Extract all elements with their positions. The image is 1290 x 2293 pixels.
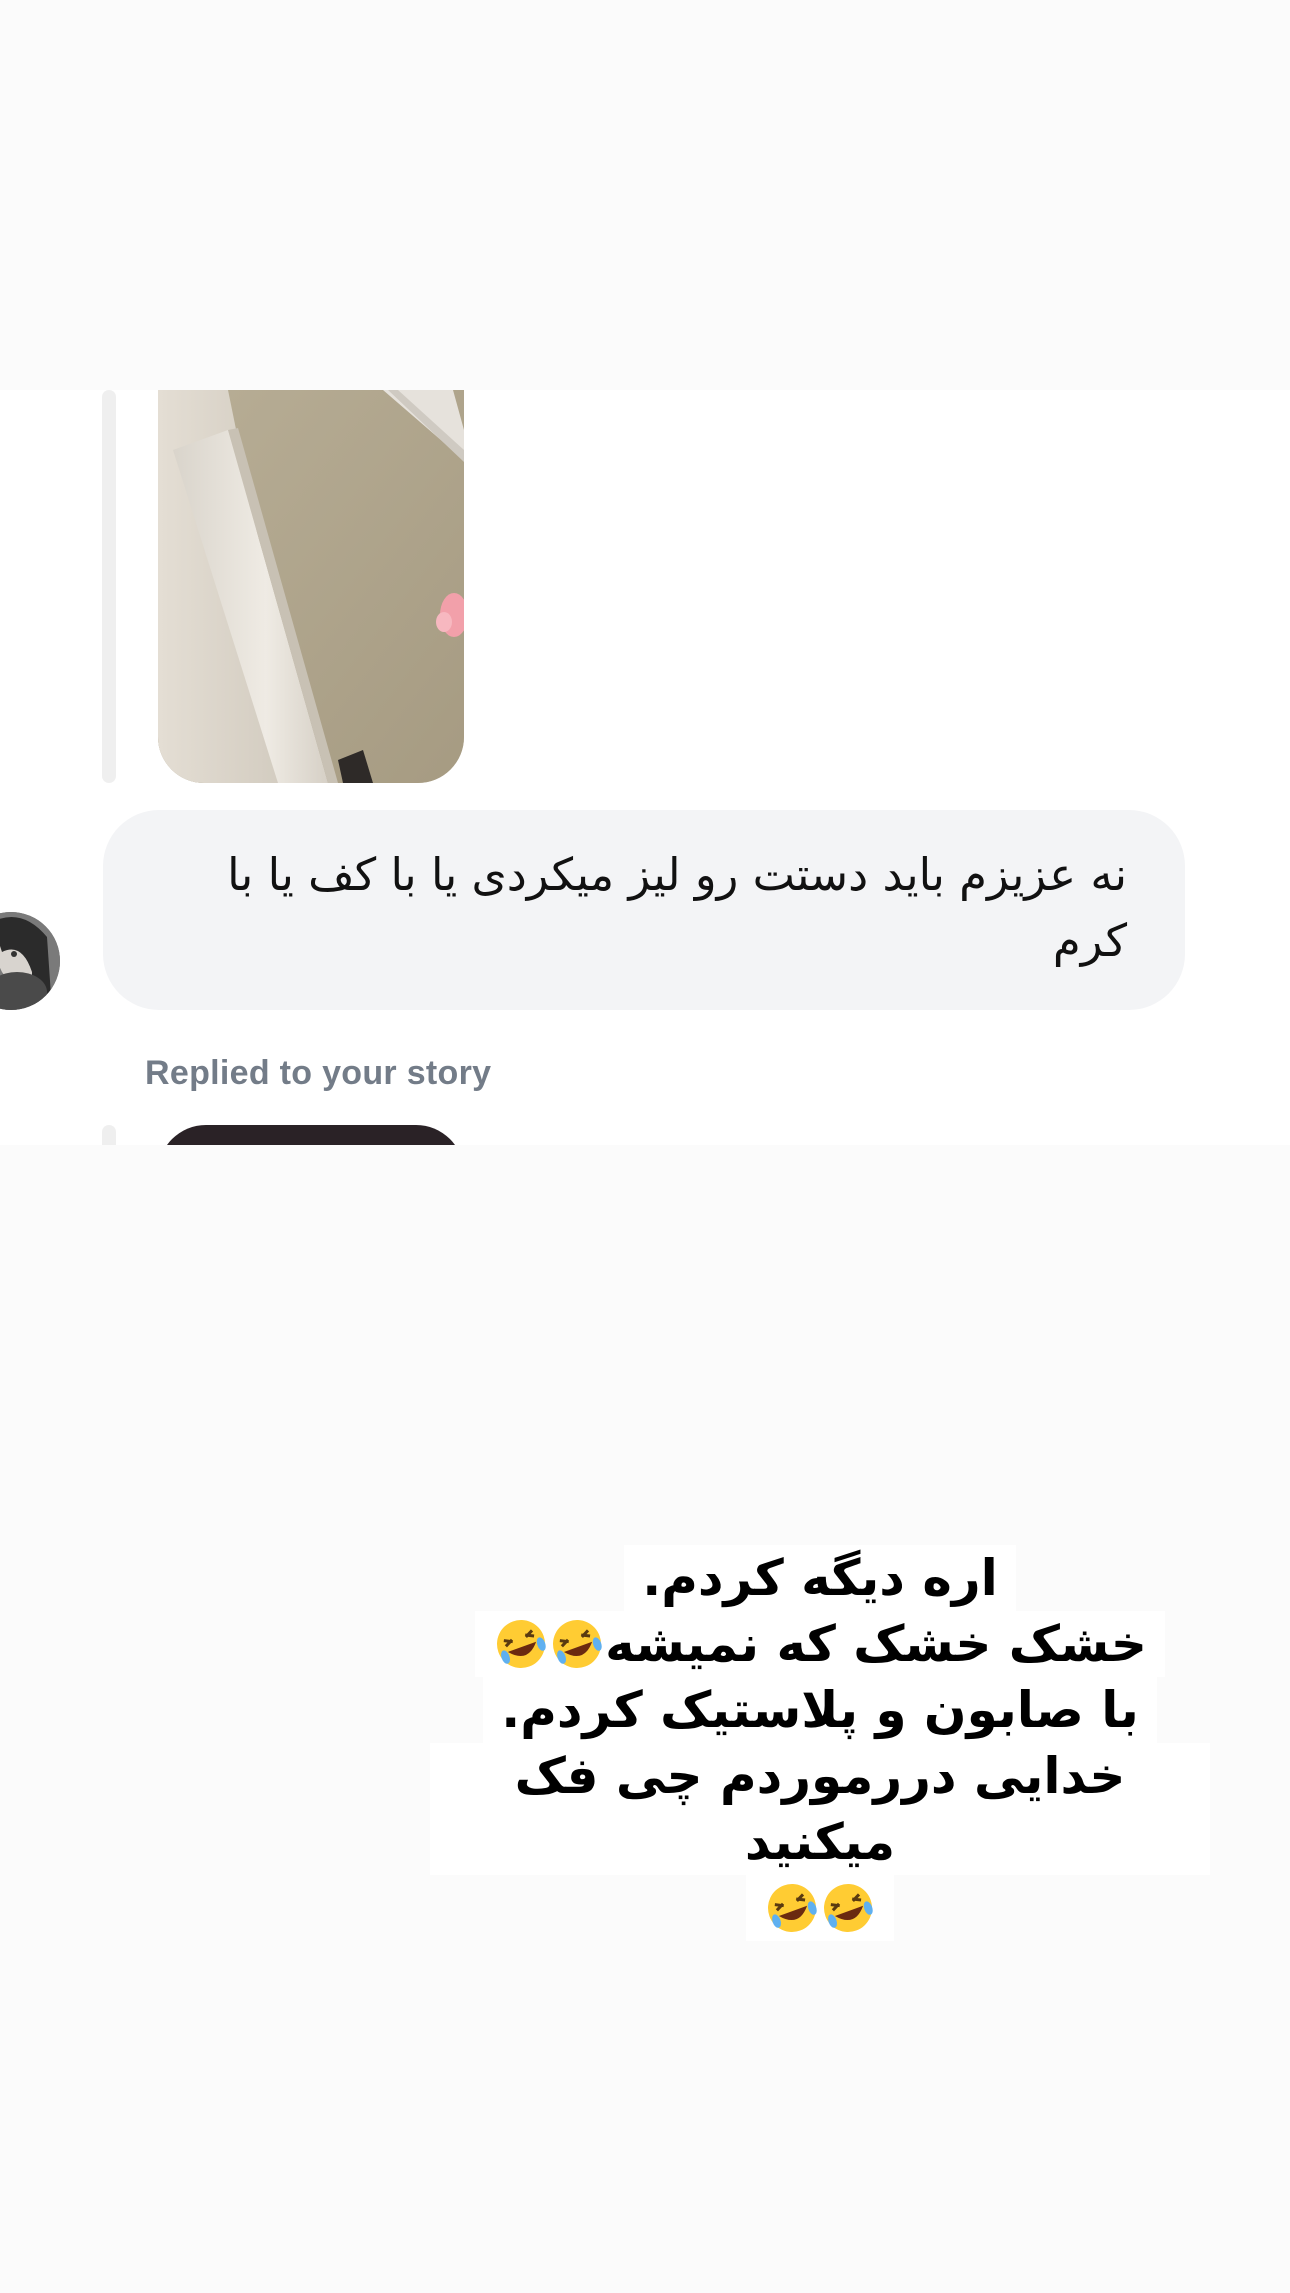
reply-indicator-bar — [102, 390, 116, 783]
story-caption: اره دیگه کردم. خشک خشک که نمیشه با صابون… — [430, 1545, 1210, 1941]
caption-line-1: اره دیگه کردم. — [624, 1545, 1016, 1611]
laughing-emoji-icon — [497, 1620, 546, 1668]
caption-line-2: خشک خشک که نمیشه — [475, 1611, 1165, 1677]
shared-story-image-2[interactable] — [158, 1125, 464, 1145]
laughing-emoji-icon — [824, 1884, 873, 1932]
laughing-emoji-icon — [553, 1620, 602, 1668]
caption-line-5 — [746, 1875, 894, 1941]
message-text: نه عزیزم باید دستت رو لیز میکردی یا با ک… — [227, 848, 1127, 967]
dm-screenshot-panel: نه عزیزم باید دستت رو لیز میکردی یا با ک… — [0, 390, 1290, 1145]
caption-line-2-text: خشک خشک که نمیشه — [605, 1615, 1147, 1673]
message-bubble[interactable]: نه عزیزم باید دستت رو لیز میکردی یا با ک… — [103, 810, 1185, 1010]
story-top-background — [0, 0, 1290, 390]
reply-indicator-bar-2 — [102, 1125, 116, 1145]
caption-line-3: با صابون و پلاستیک کردم. — [483, 1677, 1157, 1743]
laughing-emoji-icon — [768, 1884, 817, 1932]
avatar-photo — [0, 912, 60, 1010]
sender-avatar[interactable] — [0, 912, 60, 1010]
shared-story-image[interactable] — [158, 390, 464, 783]
story-image-art — [158, 390, 464, 783]
caption-line-4: خدایی دررموردم چی فک میکنید — [430, 1743, 1210, 1875]
replied-to-story-label: Replied to your story — [145, 1054, 492, 1092]
